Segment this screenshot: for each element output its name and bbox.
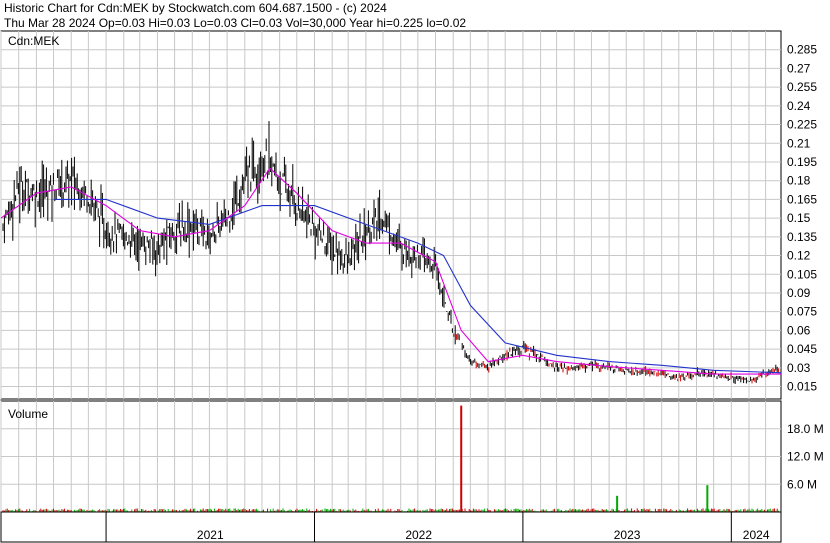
volume-tick-label: 18.0 M (787, 422, 824, 436)
x-tick-label: 2022 (405, 528, 432, 542)
chart-background (0, 0, 830, 543)
price-tick-label: 0.03 (787, 361, 811, 375)
price-tick-label: 0.225 (787, 118, 817, 132)
price-tick-label: 0.195 (787, 155, 817, 169)
price-tick-label: 0.045 (787, 342, 817, 356)
price-tick-label: 0.075 (787, 305, 817, 319)
x-tick-label: 2024 (743, 528, 770, 542)
price-tick-label: 0.27 (787, 61, 811, 75)
price-tick-label: 0.165 (787, 192, 817, 206)
x-tick-label: 2023 (614, 528, 641, 542)
volume-tick-label: 6.0 M (787, 477, 817, 491)
price-tick-label: 0.18 (787, 174, 811, 188)
price-tick-label: 0.12 (787, 249, 811, 263)
price-tick-label: 0.255 (787, 80, 817, 94)
price-tick-label: 0.06 (787, 323, 811, 337)
price-tick-label: 0.21 (787, 136, 811, 150)
price-tick-label: 0.105 (787, 267, 817, 281)
volume-panel-label: Volume (8, 407, 48, 421)
chart-title: Historic Chart for Cdn:MEK by Stockwatch… (4, 1, 387, 15)
price-tick-label: 0.24 (787, 99, 811, 113)
x-tick-label: 2021 (197, 528, 224, 542)
price-tick-label: 0.135 (787, 230, 817, 244)
volume-tick-label: 12.0 M (787, 450, 824, 464)
price-tick-label: 0.15 (787, 211, 811, 225)
price-panel-label: Cdn:MEK (8, 34, 59, 48)
price-tick-label: 0.015 (787, 380, 817, 394)
quote-line: Thu Mar 28 2024 Op=0.03 Hi=0.03 Lo=0.03 … (4, 16, 466, 30)
stock-chart: Historic Chart for Cdn:MEK by Stockwatch… (0, 0, 830, 543)
price-tick-label: 0.09 (787, 286, 811, 300)
price-tick-label: 0.285 (787, 43, 817, 57)
